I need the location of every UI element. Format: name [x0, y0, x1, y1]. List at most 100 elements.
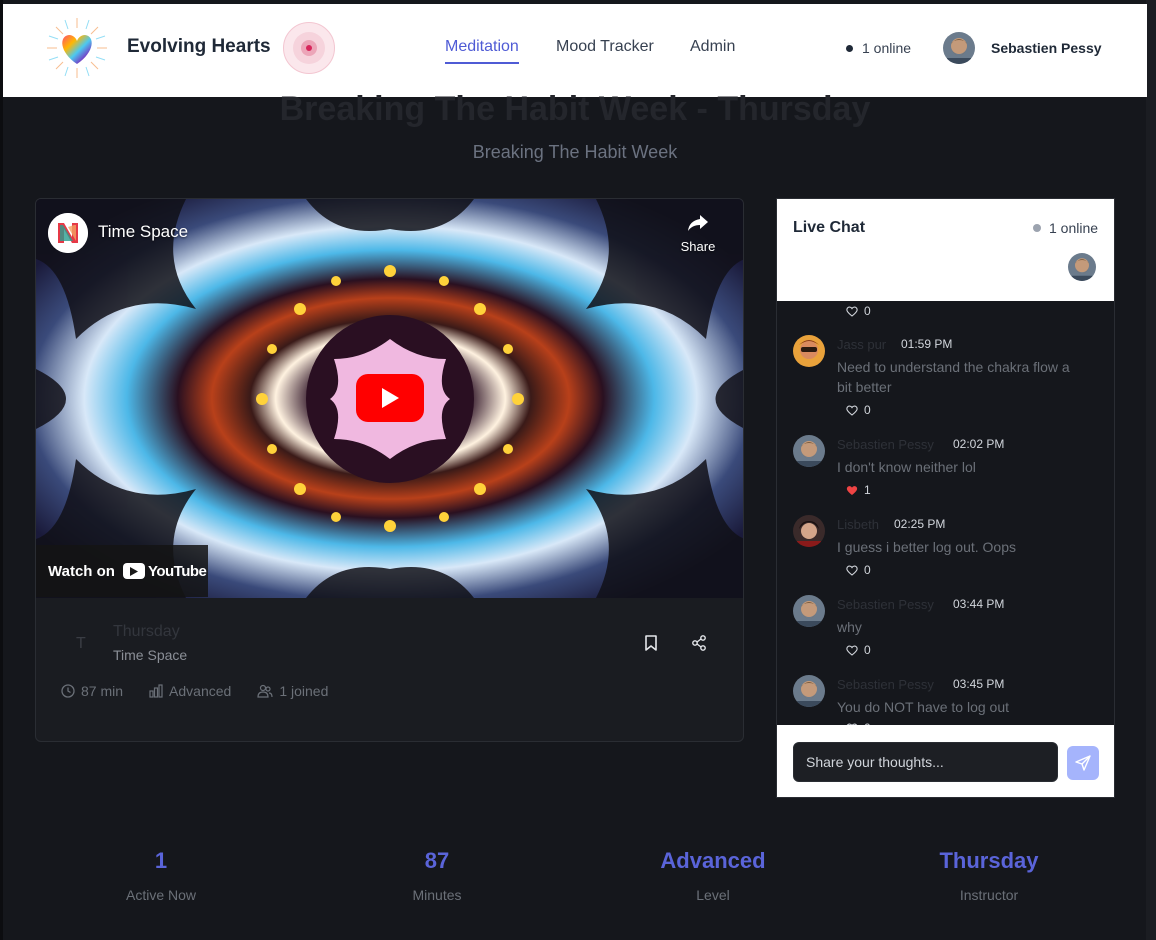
play-button[interactable]: [356, 374, 424, 422]
message-avatar[interactable]: [793, 595, 825, 627]
video-card: Time Space Share Watch on YouTube T Thur…: [35, 198, 744, 742]
message-avatar[interactable]: [793, 335, 825, 367]
message-time: 02:25 PM: [894, 517, 946, 531]
like-count: 0: [864, 304, 871, 318]
like-count: 1: [864, 483, 871, 497]
watch-on-youtube-button[interactable]: Watch on YouTube: [36, 545, 208, 597]
stat-value: 1: [154, 848, 168, 873]
live-chat-panel: Live Chat 1 online 0 Jass pur 0 1:59 PM N…: [776, 198, 1115, 798]
chat-online-count: 1 online: [1049, 220, 1099, 236]
chat-participant-avatar[interactable]: [1068, 253, 1096, 281]
session-stats: 87 min Advanced 1 joined: [61, 683, 328, 699]
chat-online-indicator: 1 online: [1033, 220, 1098, 236]
heart-logo-icon[interactable]: [45, 16, 109, 80]
message-time: 03:45 PM: [953, 677, 1005, 691]
stat-instructor: Thursday Instructor: [869, 848, 1109, 903]
message-time: 03:44 PM: [953, 597, 1005, 611]
youtube-logo-icon: YouTube: [122, 562, 207, 580]
clock-icon: [61, 684, 75, 698]
message-author[interactable]: Sebastien Pessy: [837, 437, 934, 452]
share-button[interactable]: Share: [676, 213, 720, 254]
message-text: Need to understand the chakra flow a bit…: [837, 359, 1070, 395]
like-button[interactable]: 1: [846, 483, 871, 497]
message-time: 01:59 PM: [901, 337, 953, 351]
user-name[interactable]: Sebastien Pessy: [991, 40, 1102, 56]
like-count: 0: [864, 643, 871, 657]
message-text: why: [837, 619, 862, 635]
channel-avatar[interactable]: [48, 213, 88, 253]
video-channel-title[interactable]: Time Space: [98, 222, 188, 242]
online-indicator: 1 online: [846, 40, 911, 56]
nav-admin[interactable]: Admin: [690, 38, 735, 56]
window-edge: [0, 0, 3, 940]
message-author[interactable]: Jass pur: [837, 337, 886, 352]
like-count: 0: [864, 563, 871, 577]
share-link-button[interactable]: [687, 631, 711, 655]
share-arrow-icon: [688, 215, 708, 231]
duration-text: 87 min: [81, 683, 124, 699]
stat-value: Thursday: [939, 848, 1039, 873]
send-button[interactable]: [1067, 746, 1099, 780]
message-time: 02:02 PM: [953, 437, 1005, 451]
joined-text: 1 joined: [279, 683, 329, 699]
stat-value: 87: [424, 848, 450, 873]
like-count: 0: [864, 403, 871, 417]
heart-filled-icon: [846, 485, 858, 495]
nav-mood-tracker[interactable]: Mood Tracker: [556, 38, 654, 56]
message-author[interactable]: Sebastien Pessy: [837, 597, 934, 612]
message-avatar[interactable]: [793, 435, 825, 467]
stat-level: Advanced Level: [593, 848, 833, 903]
bar-chart-icon: [149, 684, 163, 698]
share-label: Share: [680, 239, 716, 254]
stat-label: Minutes: [412, 887, 462, 903]
like-button[interactable]: 0: [846, 304, 871, 318]
user-avatar[interactable]: [943, 32, 975, 64]
chat-message: Jass pur 01:59 PM Need to understand the…: [793, 335, 1093, 405]
video-player[interactable]: Time Space Share Watch on YouTube: [36, 199, 743, 598]
chat-messages[interactable]: 0 Jass pur 01:59 PM Need to understand t…: [777, 301, 1114, 725]
chat-message: Sebastien Pessy 03:44 PM why: [793, 595, 1093, 645]
brand-name: Evolving Hearts: [127, 36, 271, 57]
heart-outline-icon: [846, 565, 858, 576]
stat-label: Instructor: [959, 887, 1019, 903]
message-author[interactable]: Lisbeth: [837, 517, 879, 532]
youtube-label: YouTube: [147, 562, 207, 580]
like-button[interactable]: 0: [846, 403, 871, 417]
message-author[interactable]: Sebastien Pessy: [837, 677, 934, 692]
duration-stat: 87 min: [61, 683, 123, 699]
chat-message-input[interactable]: [793, 742, 1058, 782]
play-icon: [382, 388, 399, 408]
like-button[interactable]: 0: [846, 563, 871, 577]
stat-label: Active Now: [125, 887, 197, 903]
instructor-name: Thursday: [113, 623, 180, 640]
message-avatar[interactable]: [793, 515, 825, 547]
target-icon: [283, 22, 335, 74]
instructor-initial: T: [76, 635, 86, 652]
stat-label: Level: [696, 887, 730, 903]
status-dot-icon: [846, 44, 853, 52]
level-stat: Advanced: [149, 683, 231, 699]
bookmark-button[interactable]: [639, 631, 663, 655]
top-header: Evolving Hearts Meditation Mood Tracker …: [3, 4, 1147, 97]
bookmark-icon: [645, 635, 657, 651]
chat-message: Lisbeth 02:25 PM I guess i better log ou…: [793, 515, 1093, 565]
heart-outline-icon: [846, 645, 858, 656]
level-text: Advanced: [169, 683, 232, 699]
message-text: You do NOT have to log out: [837, 699, 1010, 715]
chat-compose: [777, 725, 1114, 797]
message-text: I don't know neither lol: [837, 459, 976, 475]
chat-title: Live Chat: [793, 219, 866, 236]
message-avatar[interactable]: [793, 675, 825, 707]
chat-message: Sebastien Pessy 02:02 PM I don't know ne…: [793, 435, 1093, 485]
heart-outline-icon: [846, 306, 858, 317]
window-edge-right: [1146, 0, 1156, 940]
nav-meditation[interactable]: Meditation: [445, 38, 519, 64]
chat-header: Live Chat 1 online: [777, 199, 1114, 301]
status-dot-icon: [1033, 224, 1041, 232]
page-title: Breaking The Habit Week - Thursday: [279, 90, 871, 128]
stat-active-now: 1 Active Now: [41, 848, 281, 903]
heart-outline-icon: [846, 405, 858, 416]
stat-value: Advanced: [660, 848, 766, 873]
like-button[interactable]: 0: [846, 643, 871, 657]
message-text: I guess i better log out. Oops: [837, 539, 1016, 555]
